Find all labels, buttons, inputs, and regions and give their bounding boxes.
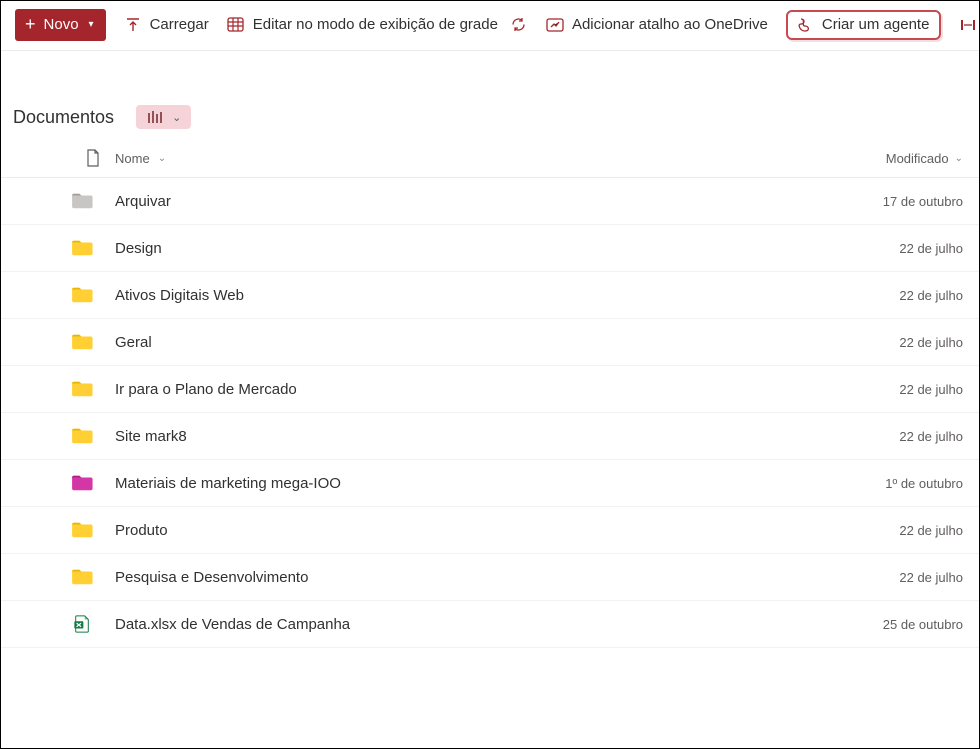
list-item[interactable]: Design22 de julho <box>1 225 979 272</box>
item-name[interactable]: Design <box>115 240 843 257</box>
sync-icon <box>510 16 528 34</box>
list-item[interactable]: Materiais de marketing mega-IOO1º de out… <box>1 460 979 507</box>
item-name[interactable]: Ir para o Plano de Mercado <box>115 381 843 398</box>
column-header-name[interactable]: Nome ⌄ <box>115 151 843 166</box>
item-modified: 22 de julho <box>843 288 963 303</box>
upload-label: Carregar <box>150 16 209 33</box>
list-item[interactable]: Pesquisa e Desenvolvimento22 de julho <box>1 554 979 601</box>
upload-button[interactable]: Carregar <box>124 16 209 34</box>
folder-yellow-icon <box>71 380 115 398</box>
folder-gray-icon <box>71 192 115 210</box>
item-name[interactable]: Materiais de marketing mega-IOO <box>115 475 843 492</box>
new-button[interactable]: + Novo ▾ <box>15 9 106 41</box>
item-name[interactable]: Geral <box>115 334 843 351</box>
chevron-down-icon: ⌄ <box>158 153 166 164</box>
add-shortcut-button[interactable]: Adicionar atalho ao OneDrive <box>546 16 768 34</box>
add-shortcut-label: Adicionar atalho ao OneDrive <box>572 16 768 33</box>
list-item[interactable]: Produto22 de julho <box>1 507 979 554</box>
overflow-icon[interactable] <box>959 16 977 34</box>
library-title: Documentos <box>13 107 114 128</box>
library-header: Documentos ⌄ <box>1 51 979 143</box>
item-modified: 22 de julho <box>843 335 963 350</box>
sync-button[interactable]: Sincronizar <box>510 16 528 34</box>
column-header-type-icon[interactable] <box>71 149 115 167</box>
item-modified: 17 de outubro <box>843 194 963 209</box>
column-header-modified-label: Modificado <box>886 151 949 166</box>
command-bar: + Novo ▾ Carregar Editar no modo de exib… <box>1 1 979 51</box>
folder-yellow-icon <box>71 286 115 304</box>
item-modified: 22 de julho <box>843 429 963 444</box>
new-button-label: Novo <box>44 16 79 33</box>
column-header-modified[interactable]: Modificado ⌄ <box>843 151 963 166</box>
list-item[interactable]: Arquivar17 de outubro <box>1 178 979 225</box>
copilot-icon <box>796 16 814 34</box>
chevron-down-icon: ⌄ <box>172 111 181 124</box>
folder-yellow-icon <box>71 427 115 445</box>
list-item[interactable]: Data.xlsx de Vendas de Campanha25 de out… <box>1 601 979 648</box>
item-name[interactable]: Pesquisa e Desenvolvimento <box>115 569 843 586</box>
file-list: Arquivar17 de outubroDesign22 de julhoAt… <box>1 178 979 648</box>
upload-icon <box>124 16 142 34</box>
create-agent-highlight: Criar um agente <box>786 10 942 40</box>
chevron-down-icon: ⌄ <box>955 153 963 164</box>
list-item[interactable]: Ir para o Plano de Mercado22 de julho <box>1 366 979 413</box>
folder-yellow-icon <box>71 521 115 539</box>
item-modified: 22 de julho <box>843 241 963 256</box>
edit-grid-button[interactable]: Editar no modo de exibição de grade <box>227 16 498 34</box>
plus-icon: + <box>25 17 36 31</box>
chevron-down-icon: ▾ <box>89 19 94 30</box>
create-agent-label: Criar um agente <box>822 16 930 33</box>
folder-magenta-icon <box>71 474 115 492</box>
column-header-row: Nome ⌄ Modificado ⌄ <box>1 143 979 178</box>
item-modified: 25 de outubro <box>843 617 963 632</box>
library-view-icon <box>146 109 164 125</box>
item-name[interactable]: Produto <box>115 522 843 539</box>
onedrive-shortcut-icon <box>546 16 564 34</box>
item-name[interactable]: Site mark8 <box>115 428 843 445</box>
item-modified: 22 de julho <box>843 382 963 397</box>
list-item[interactable]: Ativos Digitais Web22 de julho <box>1 272 979 319</box>
view-switcher[interactable]: ⌄ <box>136 105 191 129</box>
folder-yellow-icon <box>71 333 115 351</box>
folder-yellow-icon <box>71 239 115 257</box>
item-name[interactable]: Data.xlsx de Vendas de Campanha <box>115 616 843 633</box>
list-item[interactable]: Site mark822 de julho <box>1 413 979 460</box>
excel-icon <box>71 615 115 633</box>
item-modified: 22 de julho <box>843 570 963 585</box>
item-name[interactable]: Ativos Digitais Web <box>115 287 843 304</box>
create-agent-button[interactable]: Criar um agente <box>796 16 930 34</box>
edit-grid-label: Editar no modo de exibição de grade <box>253 16 498 33</box>
list-item[interactable]: Geral22 de julho <box>1 319 979 366</box>
item-modified: 22 de julho <box>843 523 963 538</box>
column-header-name-label: Nome <box>115 151 150 166</box>
folder-yellow-icon <box>71 568 115 586</box>
grid-icon <box>227 16 245 34</box>
item-name[interactable]: Arquivar <box>115 193 843 210</box>
item-modified: 1º de outubro <box>843 476 963 491</box>
